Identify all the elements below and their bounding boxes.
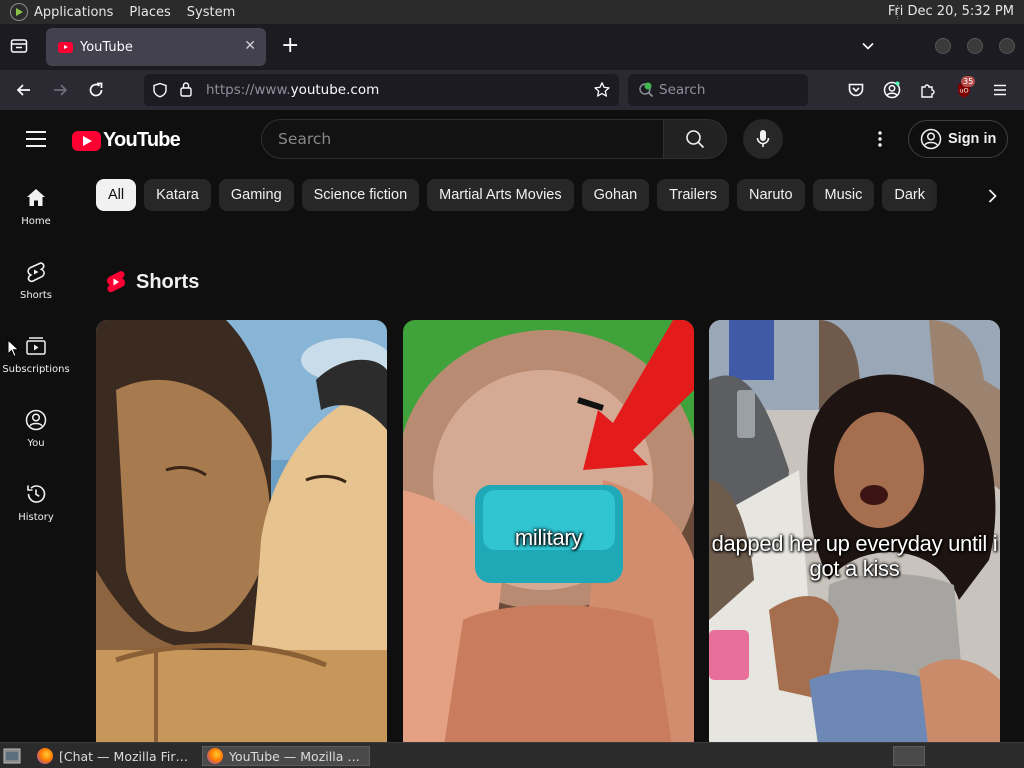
url-host: youtube.com xyxy=(290,82,380,98)
chip-naruto[interactable]: Naruto xyxy=(736,179,805,211)
microphone-icon xyxy=(756,130,770,147)
voice-search-button[interactable] xyxy=(743,119,783,159)
youtube-play-logo-icon xyxy=(72,130,101,151)
you-icon xyxy=(25,409,47,431)
youtube-favicon-icon xyxy=(58,41,73,53)
reload-icon[interactable] xyxy=(86,80,106,100)
youtube-search-button[interactable] xyxy=(663,119,727,159)
distro-logo-icon[interactable] xyxy=(10,3,28,21)
account-circle-icon xyxy=(920,128,942,150)
short-card-2[interactable]: military xyxy=(403,320,694,742)
show-desktop-icon[interactable] xyxy=(3,748,21,764)
firefox-view-icon[interactable] xyxy=(10,38,28,54)
subscriptions-icon xyxy=(26,337,46,355)
firefox-icon xyxy=(207,748,223,764)
taskbar-task-label: [Chat — Mozilla Fir… xyxy=(59,748,188,764)
url-scheme: https://www. xyxy=(206,82,291,98)
minimize-window-button[interactable] xyxy=(935,38,951,54)
close-window-button[interactable] xyxy=(999,38,1015,54)
sign-in-label: Sign in xyxy=(948,131,997,147)
tab-title: YouTube xyxy=(80,39,133,55)
browser-search-placeholder: Search xyxy=(659,82,706,98)
youtube-search-input[interactable]: Search xyxy=(261,119,663,159)
short-card-3[interactable]: dapped her up everyday until i got a kis… xyxy=(709,320,1000,742)
taskbar-task-youtube[interactable]: YouTube — Mozilla … xyxy=(202,746,370,766)
taskbar-task-label: YouTube — Mozilla … xyxy=(229,748,360,764)
shorts-icon xyxy=(27,262,45,283)
sidebar-item-label: Home xyxy=(21,216,51,227)
chip-dark[interactable]: Dark xyxy=(882,179,938,211)
back-arrow-icon[interactable] xyxy=(14,80,34,100)
hamburger-menu-icon[interactable] xyxy=(990,80,1010,100)
chip-music[interactable]: Music xyxy=(812,179,875,211)
ublock-blocked-count-badge: 35 xyxy=(961,76,976,87)
sidebar-item-you[interactable]: You xyxy=(0,408,72,482)
list-all-tabs-chevron-down-icon[interactable] xyxy=(860,38,876,54)
short-card-1[interactable] xyxy=(96,320,387,742)
mouse-pointer-icon xyxy=(7,339,20,358)
browser-search-box[interactable]: Search xyxy=(628,74,808,106)
shorts-logo-icon xyxy=(107,271,125,293)
chip-gaming[interactable]: Gaming xyxy=(218,179,294,211)
sidebar-item-label: History xyxy=(18,512,54,523)
svg-text:uO: uO xyxy=(959,87,968,95)
places-menu[interactable]: Places xyxy=(129,5,170,20)
bookmark-star-icon[interactable] xyxy=(593,81,611,99)
chip-trailers[interactable]: Trailers xyxy=(657,179,729,211)
guide-menu-icon[interactable] xyxy=(26,131,46,147)
sidebar-item-home[interactable]: Home xyxy=(0,186,72,260)
os-top-panel: Applications Places System Fri Dec 20, 5… xyxy=(0,0,1024,24)
chip-science-fiction[interactable]: Science fiction xyxy=(301,179,420,211)
history-icon xyxy=(27,485,46,503)
short-thumbnail-1 xyxy=(96,320,387,742)
url-text[interactable]: https://www.youtube.com xyxy=(206,82,379,98)
search-engine-icon xyxy=(639,82,654,98)
chip-bar-fade xyxy=(930,176,970,214)
short-caption-2: military xyxy=(514,525,583,550)
taskbar-task-chat[interactable]: [Chat — Mozilla Fir… xyxy=(33,746,195,766)
sidebar-item-label: Subscriptions xyxy=(2,364,70,375)
browser-nav-bar: https://www.youtube.com Search uO 35 xyxy=(0,70,1024,110)
sidebar-item-label: Shorts xyxy=(19,290,53,301)
sidebar-item-label: You xyxy=(27,438,45,449)
pocket-icon[interactable] xyxy=(846,80,866,100)
youtube-logo[interactable]: YouTube xyxy=(72,129,181,152)
youtube-search-placeholder: Search xyxy=(278,130,332,148)
short-caption-3: dapped her up everyday until i got a kis… xyxy=(711,531,998,581)
firefox-icon xyxy=(37,748,53,764)
os-taskbar: [Chat — Mozilla Fir… YouTube — Mozilla … xyxy=(0,742,1024,768)
browser-tab-bar: YouTube ✕ + xyxy=(0,24,1024,70)
extensions-puzzle-icon[interactable] xyxy=(918,80,938,100)
chip-scroll-right-chevron-icon[interactable] xyxy=(980,184,1004,208)
sidebar-item-shorts[interactable]: Shorts xyxy=(0,260,72,334)
shorts-shelf-title: Shorts xyxy=(136,270,200,293)
tracking-protection-shield-icon[interactable] xyxy=(152,82,168,98)
category-chip-bar: All Katara Gaming Science fiction Martial Ar… xyxy=(96,179,964,211)
chip-martial-arts-movies[interactable]: Martial Arts Movies xyxy=(427,179,574,211)
clock[interactable]: Fri Dec 20, 5:32 PM xyxy=(888,4,1014,19)
system-menu[interactable]: System xyxy=(187,5,235,20)
chip-katara[interactable]: Katara xyxy=(144,179,211,211)
new-tab-button[interactable]: + xyxy=(281,34,299,58)
sidebar-item-history[interactable]: History xyxy=(0,482,72,556)
chip-gohan[interactable]: Gohan xyxy=(581,179,650,211)
youtube-wordmark: YouTube xyxy=(103,129,181,151)
address-bar[interactable]: https://www.youtube.com xyxy=(144,74,619,106)
maximize-window-button[interactable] xyxy=(967,38,983,54)
youtube-page: YouTube Search Sign in Home Shorts Subsc… xyxy=(0,110,1024,742)
forward-arrow-icon[interactable] xyxy=(50,80,70,100)
workspace-switcher[interactable] xyxy=(893,746,925,766)
tab-youtube[interactable]: YouTube ✕ xyxy=(46,28,266,66)
tab-close-icon[interactable]: ✕ xyxy=(244,38,256,54)
home-icon xyxy=(27,189,45,206)
account-icon[interactable] xyxy=(882,80,902,100)
more-vertical-icon[interactable] xyxy=(872,129,888,149)
search-icon xyxy=(686,130,705,149)
lock-icon[interactable] xyxy=(179,81,193,98)
chip-all[interactable]: All xyxy=(96,179,137,211)
sign-in-button[interactable]: Sign in xyxy=(908,120,1008,158)
applications-menu[interactable]: Applications xyxy=(34,5,113,20)
shorts-shelf-header: Shorts xyxy=(106,270,199,294)
